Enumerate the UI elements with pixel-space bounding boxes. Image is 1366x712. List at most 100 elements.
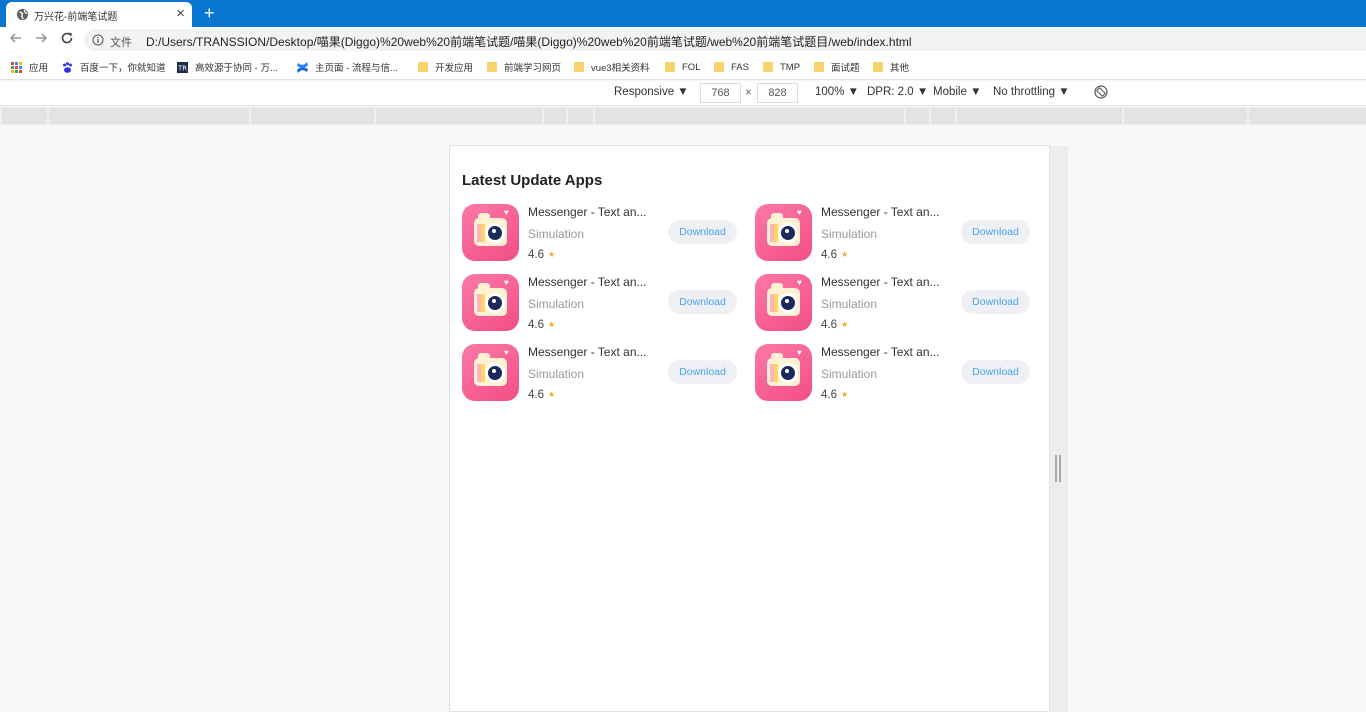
viewport-width-input[interactable]: 768 bbox=[700, 83, 741, 103]
zoom-select[interactable]: 100% ▼ bbox=[815, 86, 859, 98]
app-category: Simulation bbox=[528, 367, 585, 381]
app-name[interactable]: Messenger - Text an... bbox=[528, 205, 647, 219]
address-url[interactable]: D:/Users/TRANSSION/Desktop/喵果(Diggo)%20w… bbox=[146, 33, 912, 50]
ruler-segment[interactable] bbox=[376, 108, 542, 124]
app-rating: 4.6 ★ bbox=[528, 319, 555, 331]
camera-app-icon[interactable]: ♥ bbox=[462, 344, 519, 401]
viewport-resize-handle[interactable] bbox=[1055, 455, 1061, 482]
download-button[interactable]: Download bbox=[961, 360, 1030, 384]
ruler-segment[interactable] bbox=[1124, 108, 1247, 124]
bookmark-label: 主页面 - 流程与信... bbox=[315, 63, 398, 74]
ruler-segment[interactable] bbox=[931, 108, 955, 124]
bookmark-label: TMP bbox=[780, 61, 801, 73]
bookmark-label: 前端学习网页 bbox=[504, 63, 562, 74]
folder-icon bbox=[814, 62, 824, 72]
device-select[interactable]: Responsive ▼ bbox=[614, 86, 689, 98]
ruler-segment[interactable] bbox=[568, 108, 593, 124]
app-card: ♥ Messenger - Text an... Simulation 4.6 ★… bbox=[462, 344, 738, 402]
device-toolbar: Responsive ▼ 768 × 828 100% ▼ DPR: 2.0 ▼… bbox=[0, 81, 1366, 106]
ruler-segment[interactable] bbox=[2, 108, 47, 124]
bookmark-baidu[interactable]: 百度一下，你就知道 bbox=[62, 60, 166, 74]
folder-icon bbox=[714, 62, 724, 72]
app-category: Simulation bbox=[528, 227, 585, 241]
download-button[interactable]: Download bbox=[961, 220, 1030, 244]
ruler-segment[interactable] bbox=[906, 108, 929, 124]
viewport-height-input[interactable]: 828 bbox=[757, 83, 798, 103]
address-bar[interactable]: 文件 D:/Users/TRANSSION/Desktop/喵果(Diggo)%… bbox=[84, 29, 1366, 51]
info-icon[interactable] bbox=[92, 34, 104, 46]
bookmark-label: 百度一下，你就知道 bbox=[80, 63, 166, 74]
download-button[interactable]: Download bbox=[668, 360, 737, 384]
camera-app-icon[interactable]: ♥ bbox=[462, 274, 519, 331]
bookmark-folder[interactable]: 前端学习网页 bbox=[487, 60, 561, 74]
app-card: ♥ Messenger - Text an... Simulation 4.6 ★… bbox=[755, 344, 1031, 402]
ruler-segment[interactable] bbox=[957, 108, 1122, 124]
forward-arrow-icon[interactable] bbox=[32, 31, 50, 49]
bookmark-folder[interactable]: FOL bbox=[665, 60, 700, 74]
app-rating: 4.6 ★ bbox=[821, 389, 848, 401]
ruler-segment[interactable] bbox=[49, 108, 249, 124]
download-button[interactable]: Download bbox=[961, 290, 1030, 314]
download-button[interactable]: Download bbox=[668, 290, 737, 314]
rating-value: 4.6 bbox=[528, 319, 544, 331]
star-icon: ★ bbox=[841, 250, 849, 259]
globe-icon bbox=[16, 8, 29, 21]
star-icon: ★ bbox=[548, 320, 556, 329]
rating-value: 4.6 bbox=[528, 249, 544, 261]
bookmark-confluence[interactable]: 主页面 - 流程与信... bbox=[297, 60, 398, 74]
ruler-segment[interactable] bbox=[595, 108, 904, 124]
bookmark-apps[interactable]: 应用 bbox=[11, 60, 48, 74]
camera-app-icon[interactable]: ♥ bbox=[462, 204, 519, 261]
bookmark-folder[interactable]: 开发应用 bbox=[418, 60, 473, 74]
bookmark-folder[interactable]: TMP bbox=[763, 60, 800, 74]
rotate-icon[interactable] bbox=[1094, 85, 1108, 99]
download-button[interactable]: Download bbox=[668, 220, 737, 244]
new-tab-button[interactable]: + bbox=[204, 2, 215, 24]
star-icon: ★ bbox=[841, 320, 849, 329]
bookmark-label: FOL bbox=[682, 61, 701, 73]
app-category: Simulation bbox=[821, 367, 878, 381]
bookmark-folder-other[interactable]: 其他 bbox=[873, 60, 909, 74]
dimension-separator: × bbox=[745, 87, 752, 99]
bookmark-folder[interactable]: 面试题 bbox=[814, 60, 860, 74]
app-rating: 4.6 ★ bbox=[528, 249, 555, 261]
ruler-segment[interactable] bbox=[251, 108, 374, 124]
app-name[interactable]: Messenger - Text an... bbox=[821, 275, 940, 289]
bookmark-folder[interactable]: FAS bbox=[714, 60, 749, 74]
app-card: ♥ Messenger - Text an... Simulation 4.6 ★… bbox=[755, 274, 1031, 332]
throttling-select[interactable]: No throttling ▼ bbox=[993, 86, 1070, 98]
apps-grid-icon bbox=[11, 61, 22, 73]
app-rating: 4.6 ★ bbox=[821, 319, 848, 331]
browser-toolbar: 文件 D:/Users/TRANSSION/Desktop/喵果(Diggo)%… bbox=[0, 27, 1366, 53]
app-name[interactable]: Messenger - Text an... bbox=[821, 205, 940, 219]
camera-app-icon[interactable]: ♥ bbox=[755, 204, 812, 261]
tab-close-icon[interactable]: × bbox=[176, 5, 185, 23]
bookmark-folder[interactable]: vue3相关资料 bbox=[574, 60, 650, 74]
browser-tab[interactable]: 万兴花-前端笔试题 × bbox=[6, 2, 192, 27]
app-card: ♥ Messenger - Text an... Simulation 4.6 ★… bbox=[462, 204, 738, 262]
app-card: ♥ Messenger - Text an... Simulation 4.6 ★… bbox=[462, 274, 738, 332]
rating-value: 4.6 bbox=[528, 389, 544, 401]
bookmark-label: FAS bbox=[731, 61, 749, 73]
app-name[interactable]: Messenger - Text an... bbox=[821, 345, 940, 359]
device-viewport: Latest Update Apps ♥ Messenger - Text an… bbox=[449, 145, 1050, 712]
folder-icon bbox=[418, 62, 428, 72]
reload-icon[interactable] bbox=[58, 31, 76, 49]
camera-app-icon[interactable]: ♥ bbox=[755, 274, 812, 331]
bookmark-label: 高效源于协同 - 万... bbox=[195, 63, 278, 74]
folder-icon bbox=[574, 62, 584, 72]
ruler-segment[interactable] bbox=[1249, 108, 1366, 124]
camera-app-icon[interactable]: ♥ bbox=[755, 344, 812, 401]
bookmark-tr[interactable]: TR 高效源于协同 - 万... bbox=[177, 60, 278, 74]
app-name[interactable]: Messenger - Text an... bbox=[528, 345, 647, 359]
ruler-segment[interactable] bbox=[544, 108, 566, 124]
dpr-select[interactable]: DPR: 2.0 ▼ bbox=[867, 86, 928, 98]
mobile-mode-select[interactable]: Mobile ▼ bbox=[933, 86, 981, 98]
folder-icon bbox=[487, 62, 497, 72]
bookmark-label: 应用 bbox=[29, 63, 49, 74]
back-arrow-icon[interactable] bbox=[7, 31, 25, 49]
star-icon: ★ bbox=[548, 390, 556, 399]
tab-title: 万兴花-前端笔试题 bbox=[34, 12, 118, 23]
app-rating: 4.6 ★ bbox=[821, 249, 848, 261]
app-name[interactable]: Messenger - Text an... bbox=[528, 275, 647, 289]
